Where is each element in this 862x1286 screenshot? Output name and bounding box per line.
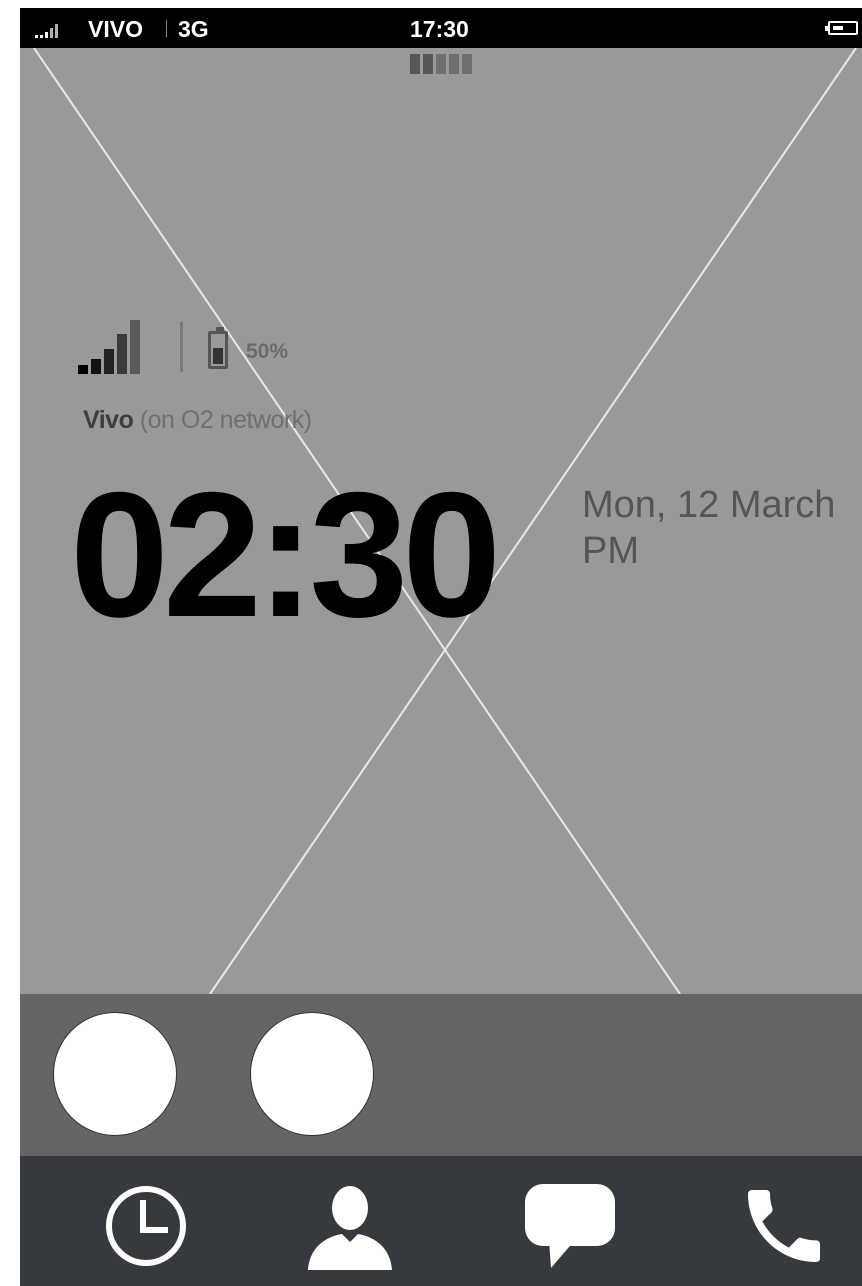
phone-app-button[interactable] bbox=[734, 1176, 834, 1276]
notification-bubble-1[interactable] bbox=[53, 1012, 177, 1136]
battery-percentage: 50% bbox=[246, 340, 289, 363]
wallpaper-placeholder: 50% Vivo (on O2 network) 02:30 Mon, 12 M… bbox=[20, 48, 862, 994]
lock-battery-fill bbox=[213, 348, 223, 364]
messages-app-button[interactable] bbox=[520, 1176, 620, 1276]
phone-icon bbox=[748, 1190, 820, 1262]
date-line: Mon, 12 March bbox=[582, 484, 836, 526]
status-bar: VIVO 3G 17:30 bbox=[20, 8, 862, 48]
ampm-line: PM bbox=[582, 530, 639, 572]
battery-icon bbox=[825, 21, 858, 35]
status-divider bbox=[180, 322, 183, 372]
status-battery-fill bbox=[833, 26, 843, 30]
carrier-name: Vivo bbox=[83, 406, 134, 434]
signal-icon bbox=[35, 22, 58, 38]
status-time: 17:30 bbox=[410, 16, 469, 42]
dock bbox=[20, 1156, 862, 1286]
lock-date: Mon, 12 March PM bbox=[582, 482, 835, 574]
battery-icon bbox=[208, 327, 228, 369]
carrier-network: (on O2 network) bbox=[139, 406, 312, 434]
network-type-label: 3G bbox=[178, 16, 209, 42]
messages-icon bbox=[525, 1184, 615, 1268]
status-separator bbox=[166, 20, 167, 37]
signal-icon bbox=[78, 320, 140, 374]
notification-bubble-2[interactable] bbox=[250, 1012, 374, 1136]
clock-app-button[interactable] bbox=[96, 1176, 196, 1276]
carrier-label: VIVO bbox=[88, 16, 143, 42]
notification-tray bbox=[20, 994, 862, 1156]
phone-screen: VIVO 3G 17:30 50% Vivo (on O2 network) 0… bbox=[20, 8, 862, 1286]
lock-clock: 02:30 bbox=[70, 455, 501, 654]
contacts-icon bbox=[308, 1186, 392, 1270]
drag-handle[interactable] bbox=[410, 54, 472, 74]
clock-icon bbox=[106, 1186, 186, 1266]
carrier-info: Vivo (on O2 network) bbox=[83, 406, 312, 435]
contacts-app-button[interactable] bbox=[300, 1176, 400, 1276]
